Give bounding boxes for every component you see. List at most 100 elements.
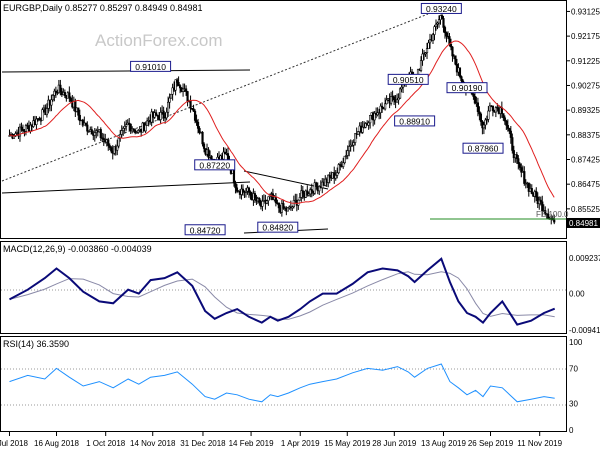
candle-body <box>168 97 171 103</box>
candle-body <box>473 96 477 104</box>
price-tick-label: 0.90275 <box>571 81 600 90</box>
candle-body <box>235 187 239 192</box>
upper-channel-line <box>1 69 251 73</box>
candle-body <box>448 36 451 45</box>
candle-body <box>170 93 173 99</box>
candle-body <box>425 48 429 53</box>
candle-body <box>202 143 206 149</box>
x-axis-group: 3 Jul 2018 16 Aug 2018 1 Oct 2018 14 Nov 20… <box>0 432 563 448</box>
candle-body <box>35 118 38 125</box>
price-tick-label: 0.85525 <box>571 205 600 214</box>
candle-body <box>445 32 448 37</box>
rsi-tick-label: 70 <box>569 364 578 373</box>
candle-body <box>77 107 80 116</box>
price-level-label: 0.87220 <box>194 159 236 171</box>
candle-body <box>427 42 430 49</box>
candle-body <box>167 101 170 113</box>
price-label-text: 0.84720 <box>190 225 221 235</box>
x-tick-label: 13 Aug 2019 <box>421 439 466 448</box>
rsi-group <box>9 363 555 403</box>
candle-body <box>384 103 387 110</box>
x-tick-label: 28 Jun 2019 <box>372 439 417 448</box>
candle-body <box>258 198 261 203</box>
candle-body <box>86 124 89 132</box>
candle-body <box>336 172 339 176</box>
candle-body <box>146 120 149 126</box>
candle-body <box>265 200 268 204</box>
candle-body <box>334 175 337 179</box>
instrument-header: EURGBP,Daily 0.85277 0.85297 0.84949 0.8… <box>3 3 203 13</box>
price-tick-label: 0.92175 <box>571 32 600 41</box>
price-level-label: 0.90190 <box>446 82 488 94</box>
x-tick-label: 14 Feb 2019 <box>229 439 274 448</box>
candle-body <box>352 142 355 146</box>
price-level-label: 0.88910 <box>394 115 436 127</box>
fe-label: FE 100.0 <box>536 210 569 219</box>
macd-axis-group: 0.009237 0.00 -0.009413 <box>569 254 600 335</box>
price-tick-label: 0.89325 <box>571 106 600 115</box>
price-tick-label: 0.87425 <box>571 156 600 165</box>
rsi-panel-frame <box>0 336 567 432</box>
candle-body <box>155 112 158 116</box>
candle-body <box>99 129 102 139</box>
candle-body <box>193 110 197 121</box>
candle-body <box>451 46 454 57</box>
candle-body <box>315 182 318 187</box>
candle-body <box>433 26 436 35</box>
candle-body <box>298 197 301 201</box>
rsi-tick-label: 30 <box>569 400 578 409</box>
candle-body <box>434 23 438 27</box>
x-tick-label: 31 Dec 2018 <box>180 439 226 448</box>
candle-body <box>51 95 54 101</box>
candle-body <box>110 147 113 152</box>
current-price-label: 0.84981 <box>569 219 598 228</box>
candle-body <box>487 110 490 120</box>
price-label-text: 0.91010 <box>135 62 166 72</box>
macd-tick-label: 0.009237 <box>569 254 600 263</box>
candle-body <box>107 139 110 146</box>
x-tick-label: 26 Sep 2019 <box>468 439 514 448</box>
candle-body <box>117 137 120 147</box>
price-level-label: 0.87860 <box>462 142 504 154</box>
candle-body <box>192 108 195 112</box>
watermark-text: ActionForex.com <box>95 31 223 50</box>
candle-body <box>357 131 360 135</box>
candle-body <box>178 85 182 89</box>
candle-body <box>328 174 331 178</box>
candle-body <box>59 84 62 92</box>
candle-body <box>442 18 445 28</box>
price-label-text: 0.87860 <box>468 144 499 154</box>
candle-body <box>440 15 444 19</box>
candle-body <box>144 124 147 132</box>
macd-main-line <box>9 257 556 326</box>
candle-body <box>484 119 487 126</box>
macd-label: MACD(12,26,9) -0.003860 -0.004039 <box>3 244 152 254</box>
candle-body <box>253 193 257 198</box>
price-label-text: 0.87220 <box>199 160 230 170</box>
x-tick-label: 11 Nov 2019 <box>517 439 562 448</box>
chart-root: ActionForex.com EURGBP,Daily 0.85277 0.8… <box>0 0 600 450</box>
candle-body <box>348 146 351 152</box>
x-tick-label: 3 Jul 2018 <box>0 439 28 448</box>
candle-body <box>443 27 447 34</box>
price-level-label: 0.93240 <box>420 2 462 14</box>
price-label-text: 0.93240 <box>426 4 457 14</box>
candle-body <box>50 99 53 106</box>
candle-body <box>301 190 304 194</box>
x-tick-label: 14 Nov 2018 <box>130 439 176 448</box>
candle-body <box>421 53 424 61</box>
candle-body <box>232 169 236 184</box>
candle-body <box>392 96 396 101</box>
rsi-label: RSI(14) 36.3590 <box>3 339 69 349</box>
candle-body <box>159 112 162 120</box>
candle-body <box>123 125 126 129</box>
candle-body <box>419 60 423 71</box>
candle-body <box>201 131 204 145</box>
lower-channel-line <box>1 181 251 194</box>
candle-body <box>515 154 518 159</box>
x-tick-label: 15 May 2019 <box>324 439 371 448</box>
price-level-label: 0.91010 <box>130 60 172 72</box>
candle-body <box>45 108 48 116</box>
candle-body <box>460 76 463 82</box>
candle-body <box>162 110 165 118</box>
